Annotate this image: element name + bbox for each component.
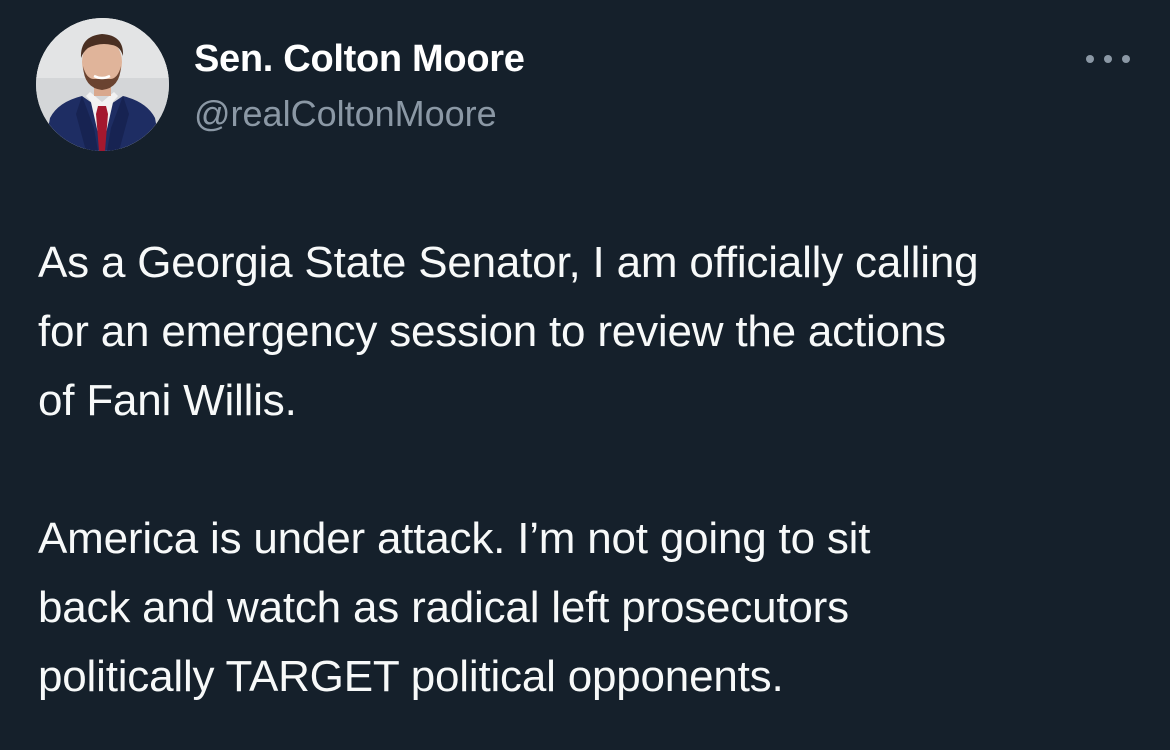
tweet-line: politically TARGET political opponents. [38,652,784,701]
author-display-name[interactable]: Sen. Colton Moore [194,36,525,82]
tweet-line: As a Georgia State Senator, I am officia… [38,238,979,287]
tweet-line: of Fani Willis. [38,376,297,425]
tweet-paragraph: America is under attack. I’m not going t… [38,504,1148,711]
more-options-button[interactable] [1082,42,1134,76]
more-options-icon [1086,55,1094,63]
tweet-line: America is under attack. I’m not going t… [38,514,871,563]
tweet-text: As a Georgia State Senator, I am officia… [38,228,1148,711]
author-handle[interactable]: @realColtonMoore [194,92,497,136]
tweet-card: Sen. Colton Moore @realColtonMoore As a … [0,0,1170,750]
more-options-dot [1122,55,1130,63]
avatar[interactable] [36,18,169,151]
tweet-line: back and watch as radical left prosecuto… [38,583,849,632]
tweet-paragraph: As a Georgia State Senator, I am officia… [38,228,1148,435]
more-options-dot [1104,55,1112,63]
tweet-line: for an emergency session to review the a… [38,307,946,356]
profile-photo-icon [36,18,169,151]
